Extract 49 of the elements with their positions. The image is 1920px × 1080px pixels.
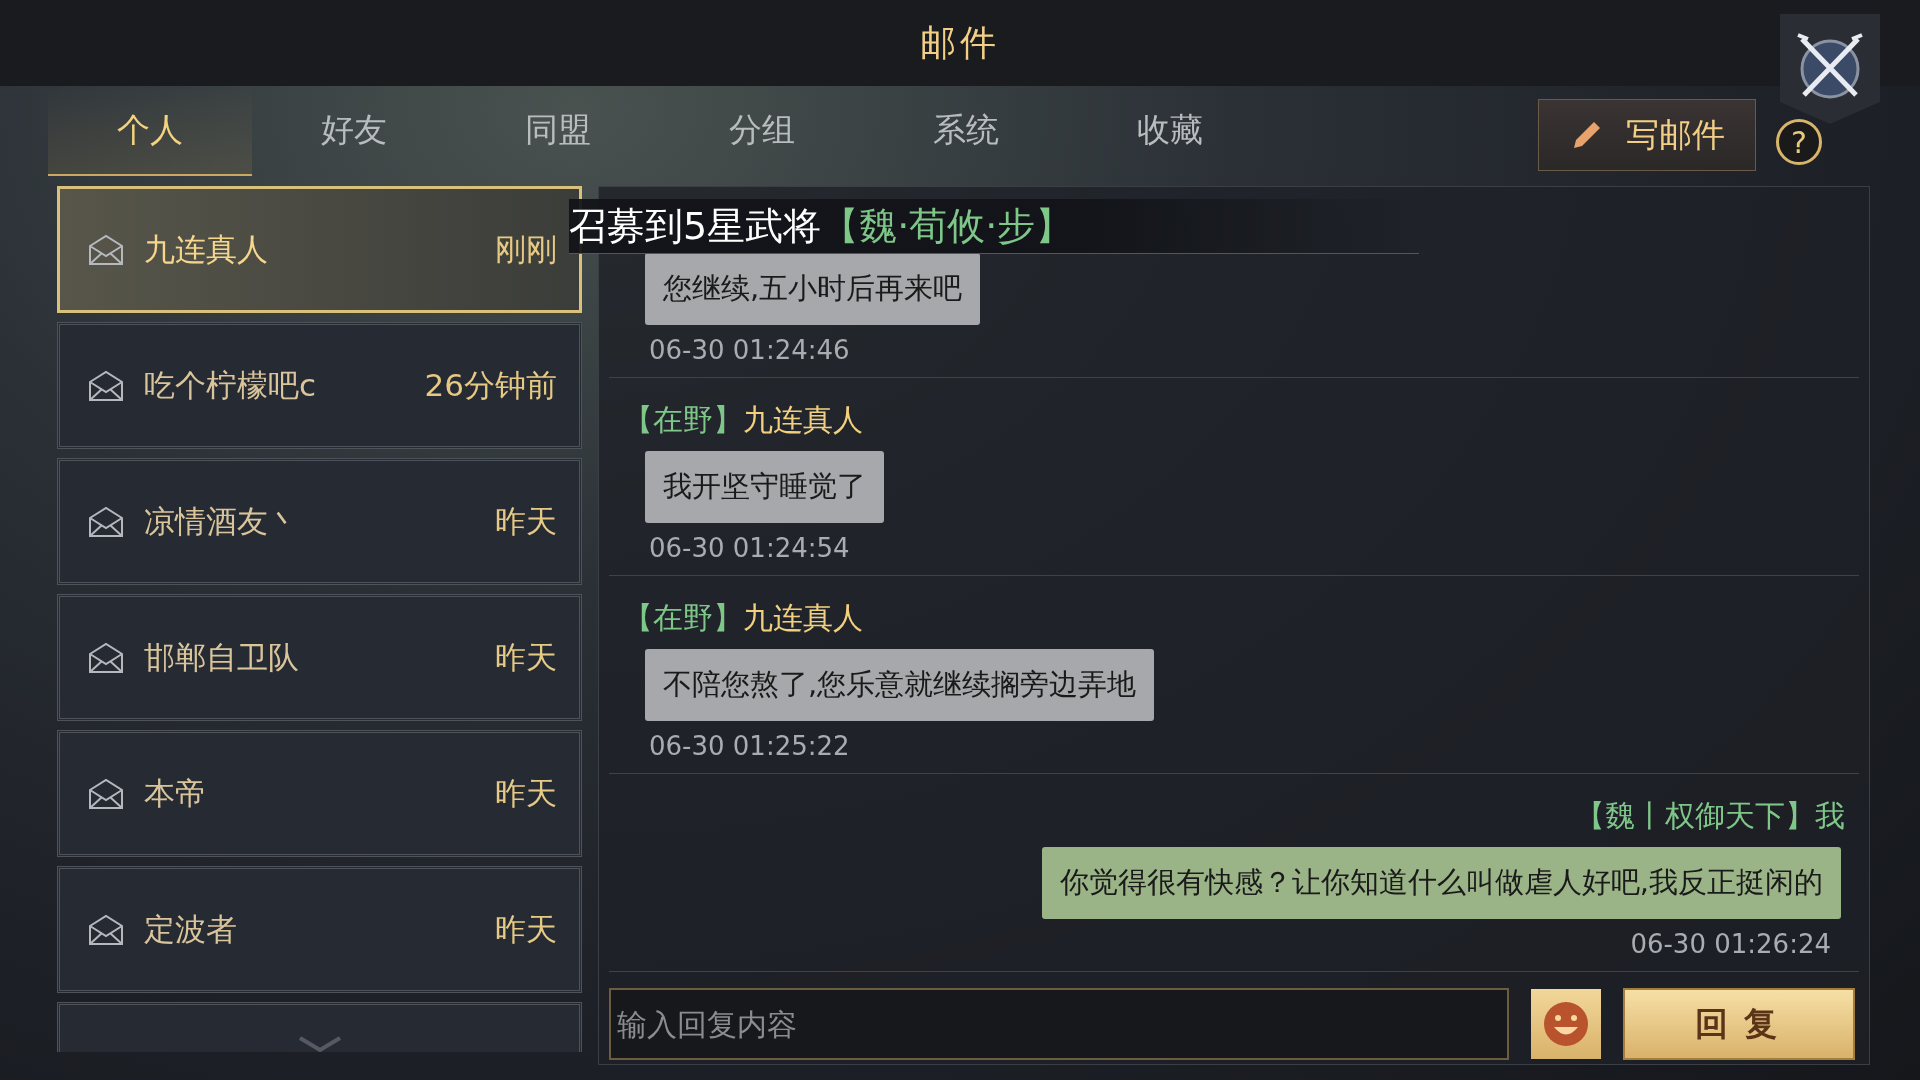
mail-time: 昨天 — [495, 773, 557, 813]
emoji-button[interactable] — [1531, 989, 1601, 1059]
tab[interactable]: 收藏 — [1068, 86, 1272, 176]
mail-item[interactable]: 凉情酒友丶 昨天 — [57, 458, 582, 585]
message-time: 06-30 01:24:54 — [648, 533, 850, 563]
message-time: 06-30 01:24:46 — [648, 335, 850, 365]
envelope-icon — [88, 913, 124, 946]
mail-item[interactable] — [57, 1002, 582, 1052]
envelope-icon — [88, 233, 124, 266]
message-bubble: 你觉得很有快感？让你知道什么叫做虐人好吧,我反正挺闲的 — [1041, 847, 1841, 919]
mail-item[interactable]: 本帝 昨天 — [57, 730, 582, 857]
sender-name: 凉情酒友丶 — [144, 501, 300, 541]
help-button[interactable]: ? — [1776, 119, 1822, 165]
message-time: 06-30 01:26:24 — [1629, 929, 1832, 959]
tab[interactable]: 好友 — [252, 86, 456, 176]
message-time: 06-30 01:25:22 — [648, 731, 850, 761]
envelope-icon — [88, 777, 124, 810]
sender-label: 【魏丨权御天下】我 — [1575, 797, 1845, 835]
mail-item[interactable]: 吃个柠檬吧c 26分钟前 — [57, 322, 582, 449]
window-title: 邮件 — [920, 20, 1000, 65]
message-bubble: 您继续,五小时后再来吧 — [645, 253, 981, 325]
sender-name: 九连真人 — [144, 229, 269, 269]
sender-label: 【在野】九连真人 — [623, 599, 863, 637]
compose-button[interactable]: 写邮件 — [1538, 99, 1756, 171]
tab[interactable]: 同盟 — [456, 86, 660, 176]
message-bubble: 不陪您熬了,您乐意就继续搁旁边弄地 — [645, 649, 1155, 721]
reply-input[interactable]: 输入回复内容 — [609, 988, 1509, 1060]
mail-item[interactable]: 定波者 昨天 — [57, 866, 582, 993]
notification-banner: 召募到5星武将【魏·荀攸·步】 — [569, 199, 1419, 254]
sender-name: 邯郸自卫队 — [144, 637, 300, 677]
mail-time: 刚刚 — [495, 229, 557, 269]
mail-time: 昨天 — [495, 909, 557, 949]
mail-time: 26分钟前 — [424, 365, 557, 405]
mail-item[interactable]: 邯郸自卫队 昨天 — [57, 594, 582, 721]
sender-name: 本帝 — [144, 773, 207, 813]
envelope-icon — [88, 369, 124, 402]
mail-time: 昨天 — [495, 637, 557, 677]
tab[interactable]: 分组 — [660, 86, 864, 176]
sender-label: 【在野】九连真人 — [623, 401, 863, 439]
smiley-icon — [1542, 1000, 1590, 1048]
mail-time: 昨天 — [495, 501, 557, 541]
envelope-icon — [88, 505, 124, 538]
sender-name: 定波者 — [144, 909, 238, 949]
close-button[interactable] — [1780, 14, 1880, 124]
sender-name: 吃个柠檬吧c — [144, 365, 318, 405]
tab[interactable]: 系统 — [864, 86, 1068, 176]
envelope-icon — [88, 641, 124, 674]
reply-button[interactable]: 回复 — [1623, 988, 1855, 1060]
message-bubble: 我开坚守睡觉了 — [645, 451, 884, 523]
